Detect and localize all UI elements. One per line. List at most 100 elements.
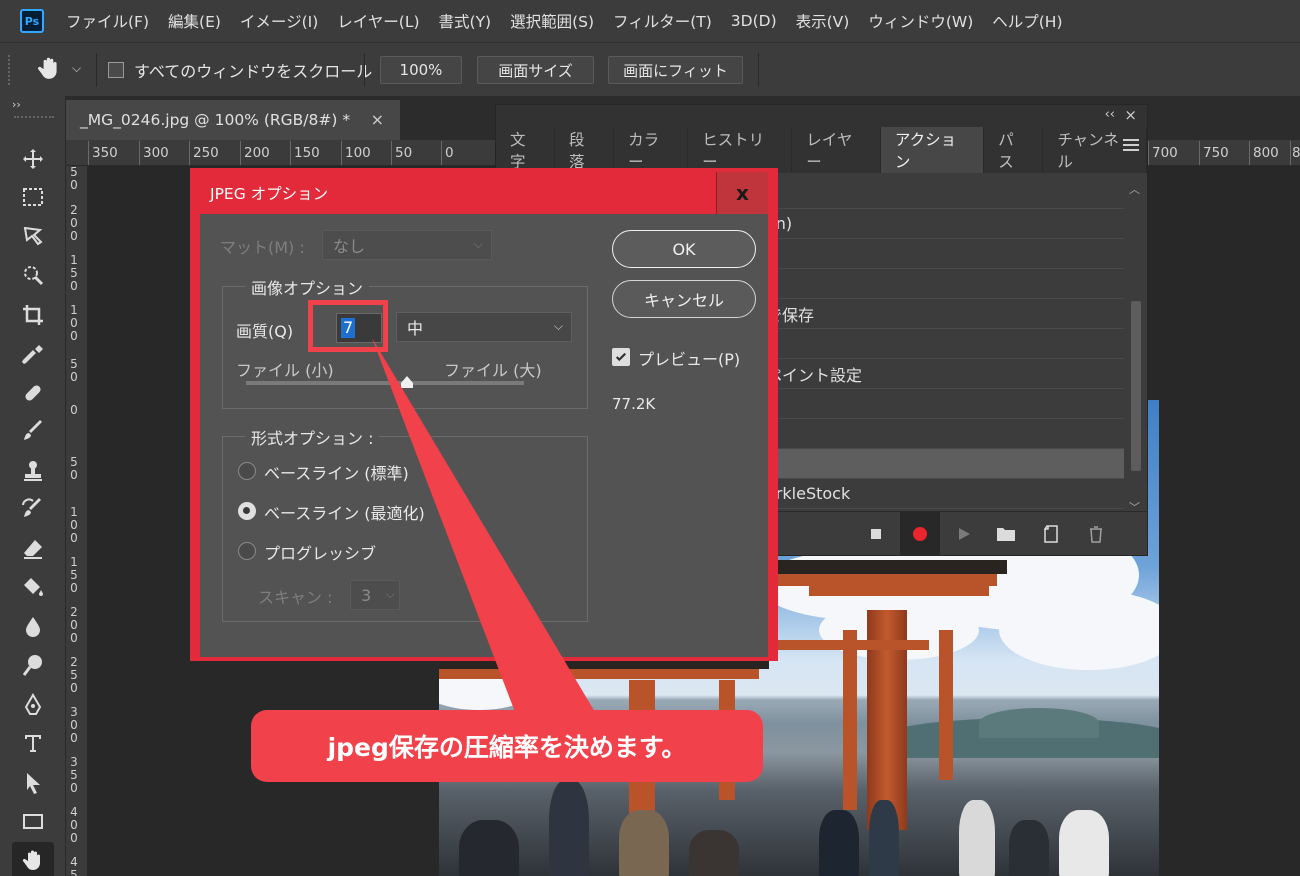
- checkmark-icon: [615, 352, 627, 362]
- marquee-tool-icon[interactable]: [18, 182, 48, 212]
- dodge-tool-icon[interactable]: [18, 650, 48, 680]
- ruler-label: 0: [445, 145, 454, 161]
- scroll-up-icon[interactable]: ︿: [1129, 181, 1140, 197]
- clone-stamp-tool-icon[interactable]: [18, 456, 48, 486]
- chevron-down-icon[interactable]: ⌵: [72, 61, 81, 76]
- menu-edit[interactable]: 編集(E): [168, 10, 221, 32]
- expand-toolbar-icon[interactable]: ››: [12, 98, 21, 111]
- visitor: [869, 800, 899, 876]
- callout-text: jpeg保存の圧縮率を決めます。: [327, 733, 687, 762]
- visitor: [459, 820, 519, 876]
- format-options-title: 形式オプション :: [245, 425, 380, 449]
- history-brush-tool-icon[interactable]: [18, 494, 48, 524]
- play-icon[interactable]: [952, 522, 976, 546]
- ruler-tick: [290, 141, 291, 165]
- path-selection-tool-icon[interactable]: [18, 768, 48, 798]
- quality-preset-select[interactable]: 中 ⌵: [396, 312, 572, 342]
- ruler-label: 1 5 0: [70, 253, 78, 293]
- quality-slider-track[interactable]: [246, 376, 524, 388]
- menu-window[interactable]: ウィンドウ(W): [868, 10, 973, 32]
- format-radio-progressive[interactable]: [238, 542, 256, 560]
- tab-layers[interactable]: レイヤー: [792, 127, 881, 173]
- zoom-100-button[interactable]: 100%: [380, 56, 462, 84]
- new-action-icon[interactable]: [1040, 522, 1064, 546]
- quality-label: 画質(Q): [236, 322, 294, 341]
- folder-icon[interactable]: [994, 522, 1018, 546]
- quality-slider-thumb[interactable]: [400, 375, 414, 389]
- menu-select[interactable]: 選択範囲(S): [510, 10, 594, 32]
- tab-actions[interactable]: アクション: [880, 127, 985, 173]
- menu-help[interactable]: ヘルプ(H): [992, 10, 1062, 32]
- dialog-title-bar[interactable]: JPEG オプション x: [200, 172, 768, 214]
- document-title: _MG_0246.jpg @ 100% (RGB/8#) *: [80, 111, 351, 129]
- panel-menu-icon[interactable]: [1123, 139, 1139, 151]
- ok-button[interactable]: OK: [612, 230, 756, 268]
- menu-bar: Ps ファイル(F) 編集(E) イメージ(I) レイヤー(L) 書式(Y) 選…: [0, 0, 1300, 42]
- pen-tool-icon[interactable]: [18, 690, 48, 720]
- paint-bucket-tool-icon[interactable]: [18, 572, 48, 602]
- cancel-button[interactable]: キャンセル: [612, 280, 756, 318]
- chevron-down-icon: ⌵: [385, 587, 395, 601]
- rectangle-tool-icon[interactable]: [18, 806, 48, 836]
- close-dialog-button[interactable]: x: [716, 172, 768, 214]
- menu-view[interactable]: 表示(V): [796, 10, 850, 32]
- hand-tool-icon[interactable]: [12, 842, 54, 876]
- format-radio-baseline-standard[interactable]: [238, 462, 256, 480]
- crop-tool-icon[interactable]: [18, 300, 48, 330]
- visitor: [959, 800, 995, 876]
- close-icon: x: [736, 181, 749, 205]
- menu-layer[interactable]: レイヤー(L): [337, 10, 419, 32]
- menu-type[interactable]: 書式(Y): [439, 10, 492, 32]
- ruler-label: 100: [345, 145, 371, 161]
- lasso-tool-icon[interactable]: [18, 220, 48, 250]
- panel-scrollbar[interactable]: ︿ ﹀: [1129, 181, 1141, 514]
- tab-history[interactable]: ヒストリー: [688, 127, 793, 173]
- eyedropper-tool-icon[interactable]: [18, 340, 48, 370]
- image-options-title: 画像オプション: [245, 275, 370, 299]
- close-panel-icon[interactable]: ×: [1124, 106, 1137, 124]
- hand-tool-preset-icon[interactable]: [36, 55, 64, 83]
- menu-3d[interactable]: 3D(D): [731, 12, 777, 30]
- quick-selection-tool-icon[interactable]: [18, 260, 48, 290]
- menu-file[interactable]: ファイル(F): [66, 10, 149, 32]
- tab-paragraph[interactable]: 段落: [555, 127, 615, 173]
- type-tool-icon[interactable]: [18, 728, 48, 758]
- collapse-panel-icon[interactable]: ‹‹: [1105, 107, 1115, 122]
- blur-tool-icon[interactable]: [18, 612, 48, 642]
- scroll-all-label: すべてのウィンドウをスクロール: [134, 62, 373, 81]
- trash-icon[interactable]: [1084, 522, 1108, 546]
- record-icon[interactable]: [908, 522, 932, 546]
- ruler-label: 250: [193, 145, 219, 161]
- scrollbar-thumb[interactable]: [1131, 301, 1141, 471]
- eraser-tool-icon[interactable]: [18, 534, 48, 564]
- preview-checkbox[interactable]: [612, 348, 630, 366]
- tab-paths[interactable]: パス: [984, 127, 1044, 173]
- brush-tool-icon[interactable]: [18, 416, 48, 446]
- options-bar-grip[interactable]: [8, 55, 12, 85]
- tab-color[interactable]: カラー: [614, 127, 689, 173]
- ruler-tick: [341, 141, 342, 165]
- panel-tab-bar: 文字 段落 カラー ヒストリー レイヤー アクション パス チャンネル: [496, 127, 1147, 173]
- ruler-tick: [139, 141, 140, 165]
- menu-filter[interactable]: フィルター(T): [613, 10, 712, 32]
- file-large-label: ファイル (大): [444, 361, 542, 380]
- mountain: [979, 708, 1099, 738]
- fit-screen-button[interactable]: 画面にフィット: [608, 56, 743, 84]
- document-tab[interactable]: _MG_0246.jpg @ 100% (RGB/8#) * ×: [66, 100, 400, 140]
- stop-icon[interactable]: [864, 522, 888, 546]
- healing-brush-tool-icon[interactable]: [18, 378, 48, 408]
- panel-header[interactable]: ‹‹ ×: [496, 105, 1147, 127]
- move-tool-icon[interactable]: [18, 144, 48, 174]
- torii-top-beam: [767, 560, 1007, 574]
- format-radio-baseline-optimized[interactable]: [238, 502, 256, 520]
- callout-bubble: jpeg保存の圧縮率を決めます。: [251, 710, 763, 782]
- scroll-all-checkbox[interactable]: [108, 62, 124, 78]
- ruler-label: 0: [70, 403, 78, 417]
- file-size: 77.2K: [612, 395, 656, 413]
- tab-type[interactable]: 文字: [496, 127, 556, 173]
- close-document-icon[interactable]: ×: [371, 110, 384, 129]
- toolbar-grip[interactable]: [14, 116, 54, 120]
- torii-beam: [809, 586, 989, 596]
- menu-image[interactable]: イメージ(I): [240, 10, 318, 32]
- screen-size-button[interactable]: 画面サイズ: [477, 56, 594, 84]
